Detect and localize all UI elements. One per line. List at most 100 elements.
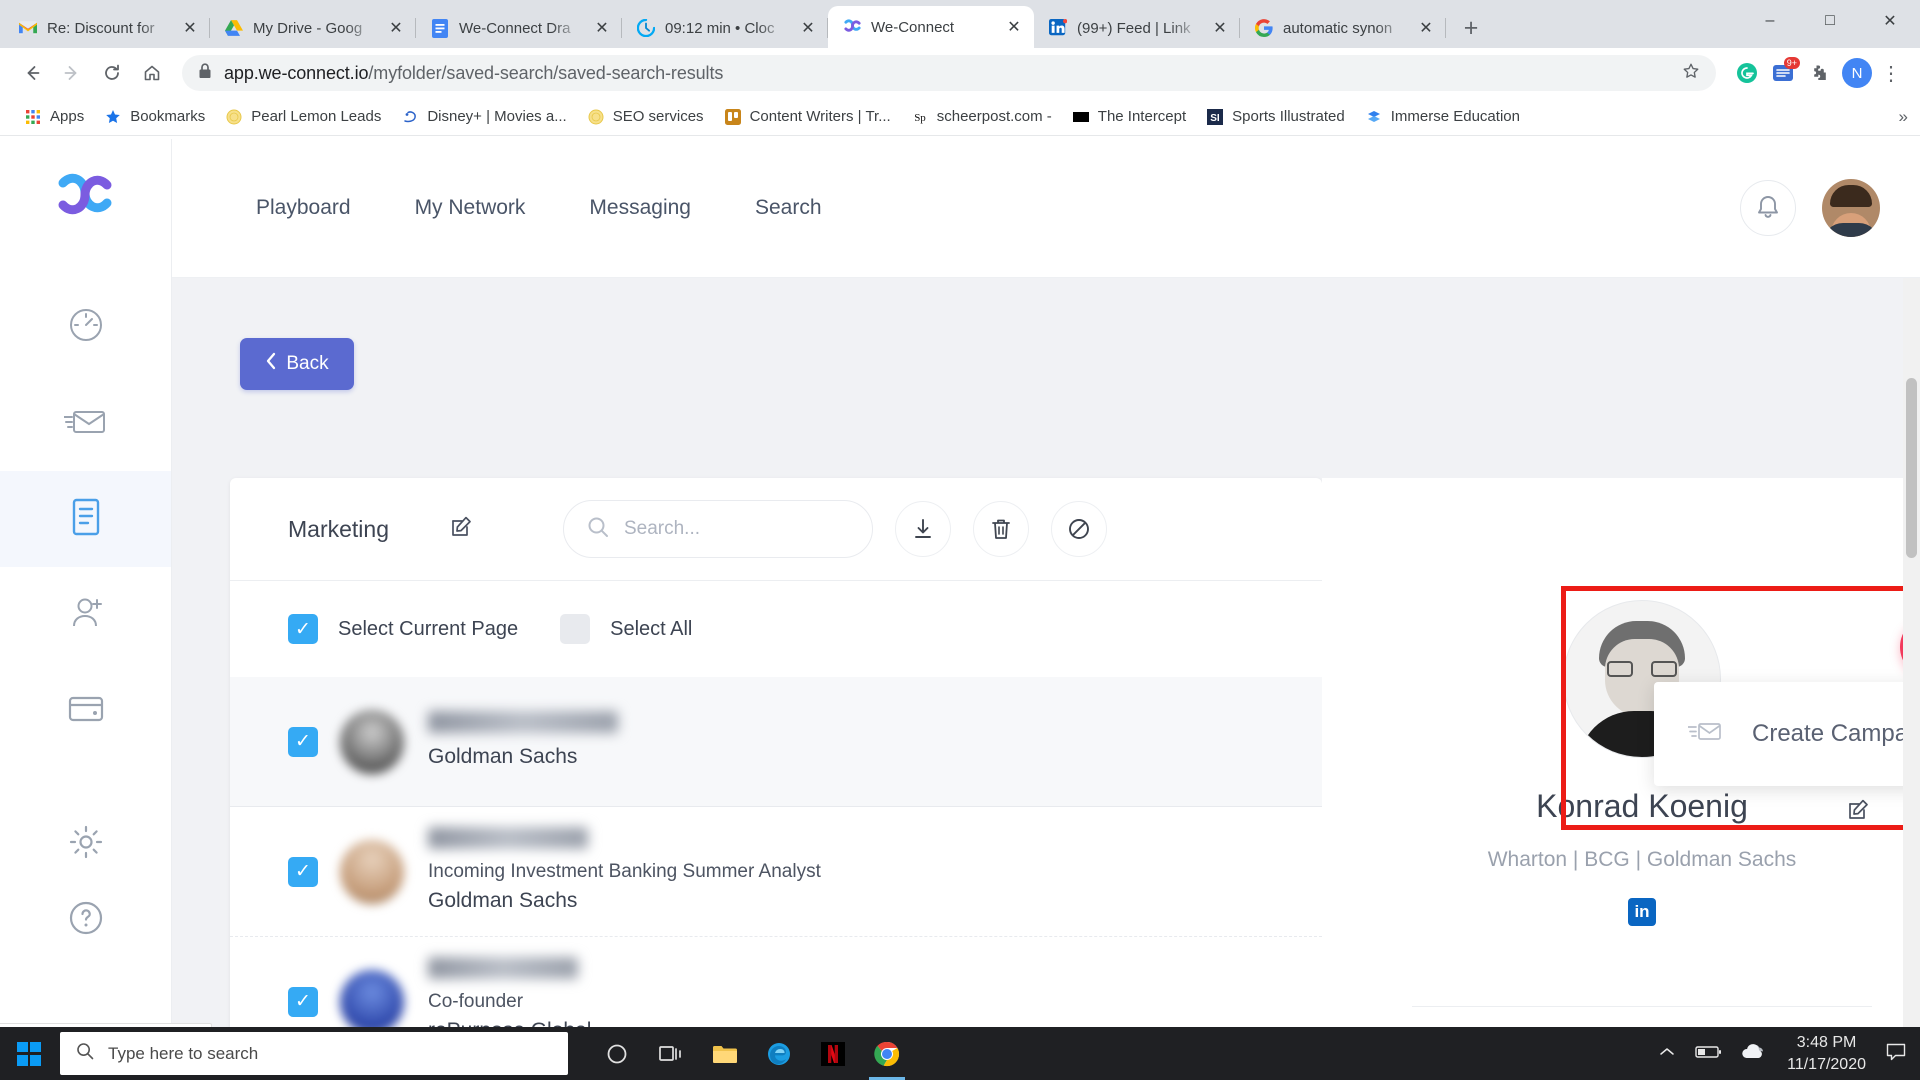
profile-avatar-chip[interactable]: N	[1842, 58, 1872, 88]
task-view-icon[interactable]	[644, 1027, 698, 1080]
list-item[interactable]: ✓ Incoming Investment Banking Summer Ana…	[230, 807, 1322, 937]
address-bar[interactable]: app.we-connect.io/myfolder/saved-search/…	[182, 55, 1716, 91]
avatar[interactable]	[1822, 179, 1880, 237]
sidebar-item-help[interactable]	[0, 885, 171, 955]
download-icon[interactable]	[894, 501, 951, 557]
close-window-button[interactable]: ✕	[1860, 0, 1920, 42]
card-header: Marketing Search...	[230, 478, 1322, 580]
create-campaign-menu-item[interactable]: Create Campaign	[1752, 720, 1920, 748]
sidebar-item-dashboard[interactable]	[0, 279, 171, 375]
bookmark-label: Disney+ | Movies a...	[427, 108, 567, 125]
taskbar-clock[interactable]: 3:48 PM 11/17/2020	[1787, 1032, 1866, 1075]
action-center-icon[interactable]	[1886, 1043, 1906, 1065]
app-top-bar: Playboard My Network Messaging Search	[172, 139, 1920, 278]
close-icon[interactable]: ✕	[386, 18, 406, 38]
sidebar-item-messages[interactable]	[0, 375, 171, 471]
row-checkbox[interactable]: ✓	[288, 726, 318, 757]
browser-tab[interactable]: My Drive - Goog ✕	[210, 8, 416, 48]
show-hidden-icons-icon[interactable]	[1659, 1045, 1675, 1062]
new-tab-button[interactable]: +	[1454, 11, 1488, 45]
send-mail-icon	[1687, 719, 1722, 750]
bookmark-the-intercept[interactable]: The Intercept	[1062, 104, 1196, 130]
browser-tab[interactable]: Re: Discount for ✕	[4, 8, 210, 48]
back-button[interactable]: Back	[240, 338, 354, 390]
tab-title: automatic synon	[1283, 19, 1393, 37]
chrome-menu-icon[interactable]: ⋮	[1876, 61, 1906, 86]
bookmark-sports-illustrated[interactable]: SI Sports Illustrated	[1196, 104, 1355, 130]
windows-taskbar: Type here to search 3:48 PM 11/17/2020	[0, 1027, 1920, 1080]
netflix-icon[interactable]	[806, 1027, 860, 1080]
block-icon[interactable]	[1050, 501, 1107, 557]
sidebar-item-settings[interactable]	[0, 803, 171, 885]
close-icon[interactable]: ✕	[798, 18, 818, 38]
sidebar-item-add-contact[interactable]	[0, 567, 171, 663]
pencil-edit-icon[interactable]	[1846, 798, 1870, 827]
onedrive-cloud-icon[interactable]	[1741, 1043, 1767, 1064]
nav-item-messaging[interactable]: Messaging	[585, 190, 695, 226]
close-icon[interactable]: ✕	[180, 18, 200, 38]
scrollbar-thumb[interactable]	[1906, 378, 1917, 558]
taskbar-search-input[interactable]: Type here to search	[60, 1032, 568, 1075]
notification-extension-icon[interactable]: 9+	[1770, 57, 1800, 86]
google-chrome-icon[interactable]	[860, 1027, 914, 1080]
bookmark-immerse-education[interactable]: Immerse Education	[1355, 104, 1530, 130]
grammarly-extension-icon[interactable]	[1734, 60, 1760, 86]
close-icon[interactable]: ✕	[1004, 17, 1024, 37]
minimize-button[interactable]: –	[1740, 0, 1800, 42]
sidebar-item-folders[interactable]	[0, 471, 171, 567]
linkedin-icon[interactable]: in	[1628, 898, 1656, 926]
microsoft-edge-icon[interactable]	[752, 1027, 806, 1080]
nav-item-search[interactable]: Search	[751, 190, 826, 226]
selection-controls: ✓ Select Current Page Select All	[230, 581, 1322, 677]
bookmark-apps[interactable]: Apps	[14, 104, 94, 130]
notification-bell-icon[interactable]	[1740, 180, 1796, 236]
lemon-icon	[587, 108, 605, 126]
row-checkbox[interactable]: ✓	[288, 986, 318, 1017]
trash-icon[interactable]	[972, 501, 1029, 557]
we-connect-logo[interactable]	[53, 167, 119, 225]
nav-item-playboard[interactable]: Playboard	[252, 190, 355, 226]
home-icon[interactable]	[134, 55, 170, 91]
sidebar-item-billing[interactable]	[0, 663, 171, 759]
star-icon[interactable]	[1682, 62, 1700, 85]
bookmark-disney-plus[interactable]: Disney+ | Movies a...	[391, 104, 576, 130]
browser-tab[interactable]: We-Connect Dra ✕	[416, 8, 622, 48]
nav-item-my-network[interactable]: My Network	[411, 190, 530, 226]
bookmark-pearl-lemon-leads[interactable]: Pearl Lemon Leads	[215, 104, 391, 130]
battery-icon[interactable]	[1695, 1045, 1722, 1063]
bookmark-content-writers[interactable]: Content Writers | Tr...	[714, 104, 901, 130]
select-all-checkbox[interactable]	[560, 614, 591, 644]
browser-tab-active[interactable]: We-Connect ✕	[828, 6, 1034, 48]
row-checkbox[interactable]: ✓	[288, 856, 318, 887]
file-explorer-icon[interactable]	[698, 1027, 752, 1080]
bookmark-scheerpost[interactable]: Sp scheerpost.com -	[901, 104, 1062, 130]
search-placeholder: Search...	[623, 518, 701, 539]
folder-document-icon	[66, 496, 106, 543]
intercept-icon	[1072, 108, 1090, 126]
bookmarks-overflow-icon[interactable]: »	[1899, 107, 1908, 127]
extensions-puzzle-icon[interactable]	[1806, 60, 1832, 86]
list-item[interactable]: ✓ Goldman Sachs	[230, 677, 1322, 807]
page-scrollbar[interactable]	[1903, 278, 1920, 1027]
list-item[interactable]: ✓ Co-founder rePurpose Global	[230, 937, 1322, 1027]
cortana-icon[interactable]	[590, 1027, 644, 1080]
reload-icon[interactable]	[94, 55, 130, 91]
select-current-page-checkbox[interactable]: ✓	[288, 614, 318, 644]
bookmark-bookmarks[interactable]: Bookmarks	[94, 104, 215, 130]
profile-headline: Wharton | BCG | Goldman Sachs	[1487, 848, 1797, 871]
search-input[interactable]: Search...	[562, 500, 873, 558]
close-icon[interactable]: ✕	[1416, 18, 1436, 38]
forward-navigation-icon[interactable]	[54, 55, 90, 91]
rail-bottom-items	[0, 803, 171, 955]
bookmark-seo-services[interactable]: SEO services	[577, 104, 714, 130]
windows-start-icon[interactable]	[0, 1027, 58, 1080]
browser-tab[interactable]: (99+) Feed | Link ✕	[1034, 8, 1240, 48]
pencil-edit-icon[interactable]	[449, 515, 473, 544]
browser-tab[interactable]: automatic synon ✕	[1240, 8, 1446, 48]
close-icon[interactable]: ✕	[592, 18, 612, 38]
contact-avatar	[340, 969, 404, 1027]
browser-tab[interactable]: 09:12 min • Cloc ✕	[622, 8, 828, 48]
maximize-button[interactable]: □	[1800, 0, 1860, 42]
back-navigation-icon[interactable]	[14, 55, 50, 91]
close-icon[interactable]: ✕	[1210, 18, 1230, 38]
